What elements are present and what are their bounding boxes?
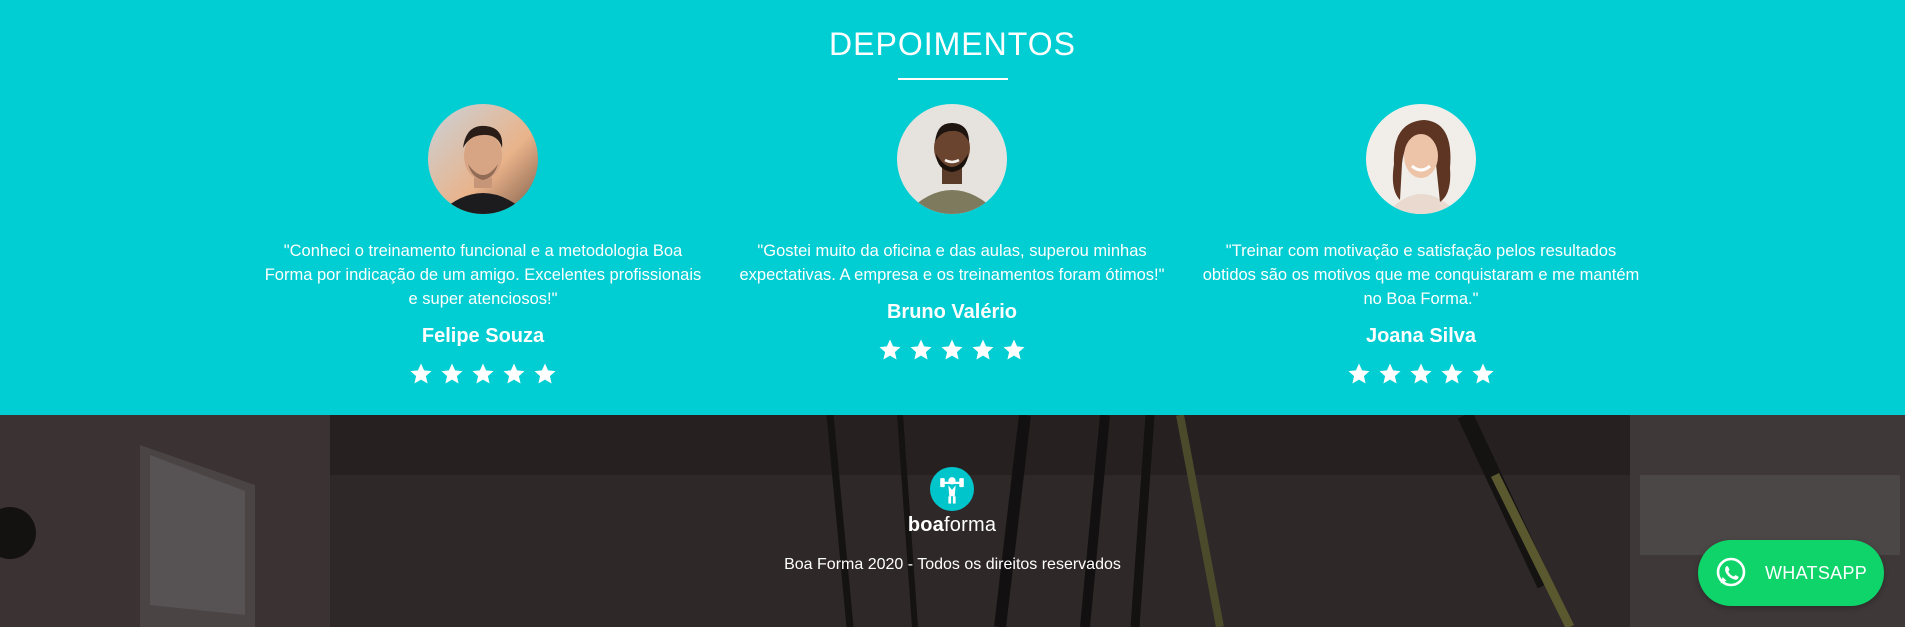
avatar-photo	[428, 104, 538, 214]
testimonials-section: DEPOIMENTOS "Conheci o treinamento funci…	[0, 0, 1905, 415]
star-icon	[910, 339, 932, 360]
star-rating	[1196, 362, 1646, 386]
whatsapp-icon	[1716, 557, 1746, 587]
dumbbell-icon	[930, 467, 974, 511]
whatsapp-label: WHATSAPP	[1765, 562, 1868, 583]
star-icon	[441, 363, 463, 384]
star-icon	[1441, 363, 1463, 384]
star-icon	[1472, 363, 1494, 384]
star-icon	[534, 363, 556, 384]
logo-word-bold: boa	[907, 514, 945, 536]
testimonial-name: Bruno Valério	[886, 301, 1018, 323]
star-icon	[879, 339, 901, 360]
star-icon	[503, 363, 525, 384]
testimonial-quote: "Gostei muito da oficina e das aulas, su…	[739, 242, 1165, 284]
star-icon	[410, 363, 432, 384]
testimonial-card: "Treinar com motivação e satisfação pelo…	[1196, 104, 1646, 386]
star-icon	[1348, 363, 1370, 384]
star-icon	[972, 339, 994, 360]
star-rating	[258, 362, 708, 386]
avatar	[428, 104, 538, 214]
avatar	[1366, 104, 1476, 214]
testimonial-card: "Conheci o treinamento funcional e a met…	[258, 104, 708, 386]
boaforma-logo[interactable]: boaforma	[902, 467, 1002, 537]
logo-word-regular: forma	[944, 514, 997, 536]
testimonial-card: "Gostei muito da oficina e das aulas, su…	[727, 104, 1177, 362]
star-icon	[941, 339, 963, 360]
star-icon	[1410, 363, 1432, 384]
testimonial-quote: "Conheci o treinamento funcional e a met…	[264, 242, 702, 308]
title-divider	[898, 78, 1008, 80]
star-icon	[1379, 363, 1401, 384]
footer: boaforma Boa Forma 2020 - Todos os direi…	[0, 415, 1905, 627]
whatsapp-button[interactable]: WHATSAPP	[1698, 540, 1884, 606]
star-icon	[472, 363, 494, 384]
copyright-text: Boa Forma 2020 - Todos os direitos reser…	[784, 556, 1121, 573]
star-icon	[1003, 339, 1025, 360]
testimonial-name: Felipe Souza	[421, 325, 545, 347]
testimonial-quote: "Treinar com motivação e satisfação pelo…	[1202, 242, 1640, 308]
avatar-photo	[1366, 104, 1476, 214]
section-title: DEPOIMENTOS	[829, 26, 1076, 62]
star-rating	[727, 338, 1177, 362]
avatar-photo	[897, 104, 1007, 214]
testimonial-name: Joana Silva	[1365, 325, 1477, 347]
avatar	[897, 104, 1007, 214]
logo-wordmark: boaforma	[902, 514, 1002, 537]
